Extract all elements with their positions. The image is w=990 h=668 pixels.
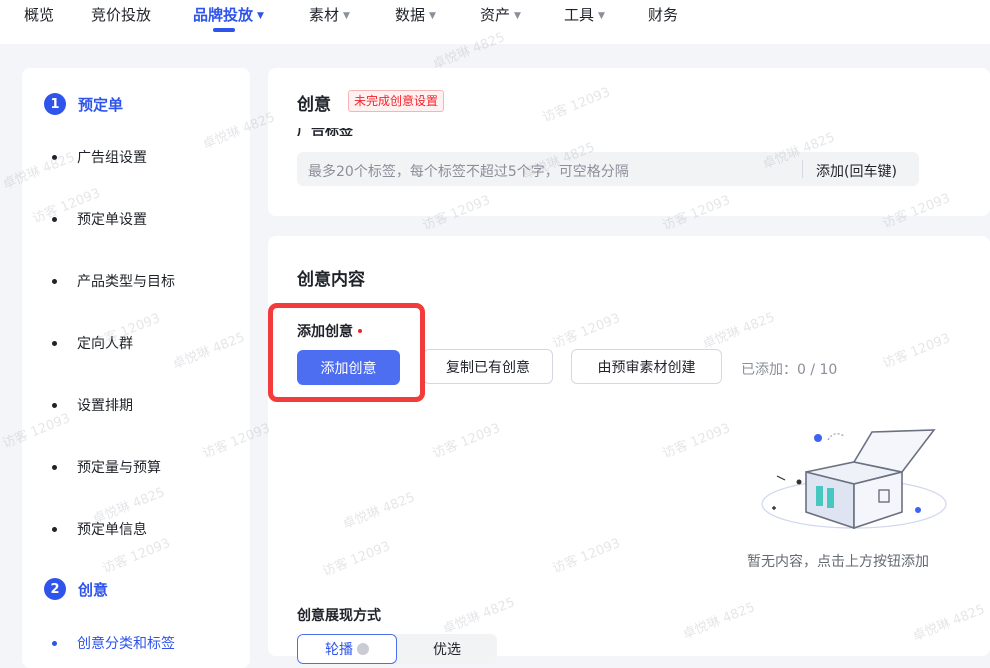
bullet-icon: [52, 640, 57, 646]
steps-sidebar: 1 预定单 广告组设置 预定单设置 产品类型与目标 定向人群 设置排期 预定量与…: [22, 68, 250, 668]
caret-down-icon: ▼: [257, 11, 264, 21]
nav-bidding[interactable]: 竞价投放: [91, 4, 151, 25]
nav-finance[interactable]: 财务: [648, 4, 678, 25]
tag-input-placeholder: 最多20个标签，每个标签不超过5个字，可空格分隔: [308, 164, 629, 180]
bullet-icon: [52, 340, 57, 346]
nav-overview[interactable]: 概览: [24, 4, 54, 25]
sidebar-item-adgroup[interactable]: 广告组设置: [52, 147, 147, 167]
step-number-badge: 1: [44, 93, 66, 115]
create-from-precheck-button[interactable]: 由预审素材创建: [571, 349, 722, 384]
bullet-icon: [52, 464, 57, 470]
caret-down-icon: ▼: [429, 11, 436, 21]
bullet-icon: [52, 154, 57, 160]
caret-down-icon: ▼: [598, 11, 605, 21]
caret-down-icon: ▼: [514, 11, 521, 21]
section-title: 创意内容: [297, 270, 365, 290]
sidebar-item-order-settings[interactable]: 预定单设置: [52, 209, 147, 229]
nav-assets[interactable]: 资产 ▼: [480, 4, 521, 25]
bullet-icon: [52, 526, 57, 532]
active-tab-indicator: [213, 28, 235, 32]
tag-field-label: 广告标签: [297, 128, 353, 136]
step-number-badge: 2: [44, 578, 66, 600]
display-option-optimal[interactable]: 优选: [397, 634, 497, 664]
caret-down-icon: ▼: [343, 11, 350, 21]
nav-material[interactable]: 素材 ▼: [309, 4, 350, 25]
sidebar-item-targeting[interactable]: 定向人群: [52, 333, 133, 353]
empty-box-illustration-icon: [761, 429, 947, 530]
top-nav: 概览 竞价投放 品牌投放 ▼ 素材 ▼ 数据 ▼ 资产 ▼ 工具 ▼ 财务: [0, 0, 990, 44]
section-title: 创意: [297, 95, 331, 115]
added-count: 已添加：0 / 10: [741, 362, 838, 378]
add-tag-button[interactable]: 添加(回车键): [816, 161, 897, 181]
question-icon: [357, 643, 369, 655]
status-badge: 未完成创意设置: [348, 90, 445, 112]
display-mode-label: 创意展现方式: [297, 608, 381, 624]
sidebar-item-product-type[interactable]: 产品类型与目标: [52, 271, 175, 291]
step-title: 预定单: [78, 95, 124, 114]
creative-content-card: 创意内容 添加创意 添加创意 复制已有创意 由预审素材创建 已添加：0 / 10…: [268, 236, 990, 664]
sidebar-item-budget[interactable]: 预定量与预算: [52, 457, 161, 477]
highlight-frame: [268, 303, 425, 402]
display-mode-segmented: 轮播 优选: [297, 634, 497, 664]
divider: [802, 160, 803, 178]
bullet-icon: [52, 216, 57, 222]
bullet-icon: [52, 278, 57, 284]
step-title: 创意: [78, 580, 109, 599]
copy-creative-button[interactable]: 复制已有创意: [423, 349, 553, 384]
sidebar-item-creative-category[interactable]: 创意分类和标签: [52, 633, 175, 653]
bullet-icon: [52, 402, 57, 408]
nav-brand[interactable]: 品牌投放 ▼: [193, 4, 264, 25]
nav-data[interactable]: 数据 ▼: [395, 4, 436, 25]
step-order-header[interactable]: 1 预定单: [44, 92, 123, 116]
creative-settings-card: 创意 未完成创意设置 广告标签 最多20个标签，每个标签不超过5个字，可空格分隔…: [268, 68, 990, 216]
display-option-carousel[interactable]: 轮播: [297, 634, 397, 664]
tag-input[interactable]: 最多20个标签，每个标签不超过5个字，可空格分隔 添加(回车键): [297, 152, 919, 186]
sidebar-item-schedule[interactable]: 设置排期: [52, 395, 133, 415]
step-creative-header[interactable]: 2 创意: [44, 577, 108, 601]
sidebar-item-order-info[interactable]: 预定单信息: [52, 519, 147, 539]
nav-tools[interactable]: 工具 ▼: [564, 4, 605, 25]
empty-state-text: 暂无内容，点击上方按钮添加: [747, 554, 929, 570]
